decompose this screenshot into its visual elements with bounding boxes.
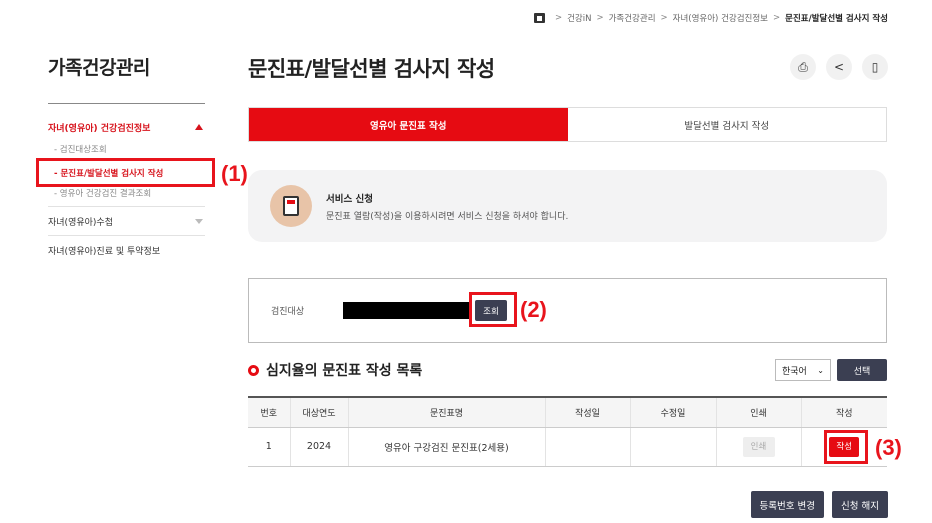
language-select[interactable]: 한국어 ⌄: [775, 359, 831, 381]
column-header: 작성일: [544, 397, 630, 428]
table-header-row: 번호 대상연도 문진표명 작성일 수정일 인쇄 작성: [248, 397, 887, 428]
column-header: 번호: [248, 397, 290, 428]
callout-label-3: (3): [875, 435, 902, 460]
column-header: 대상연도: [289, 397, 348, 428]
search-label: 검진대상: [271, 307, 305, 317]
sidebar-item-label: 자녀(영유아)진료 및 투약정보: [48, 246, 161, 257]
sidebar-item-checkup-results[interactable]: - 영유아 건강검진 결과조회: [48, 186, 205, 202]
column-header: 작성: [800, 397, 887, 428]
highlight-box-2: [469, 292, 517, 327]
row-modified-date: [629, 427, 716, 467]
toolbar: ⎙ < ▯: [790, 54, 888, 80]
sidebar-item-label: 자녀(영유아)수첩: [48, 217, 113, 228]
clipboard-icon: [270, 185, 312, 227]
questionnaire-table: 번호 대상연도 문진표명 작성일 수정일 인쇄 작성 1 2024 영유아 구강…: [248, 396, 887, 467]
table-row: 1 2024 영유아 구강검진 문진표(2세용) 인쇄 작성: [248, 427, 887, 467]
language-value: 한국어: [782, 366, 807, 377]
breadcrumb-item[interactable]: 자녀(영유아) 건강검진정보: [673, 12, 768, 24]
chevron-up-icon: [195, 124, 203, 130]
home-icon[interactable]: [533, 13, 545, 23]
list-title: 심지율의 문진표 작성 목록: [266, 363, 423, 379]
sidebar-item-checkup-target[interactable]: - 검진대상조회: [48, 142, 205, 158]
breadcrumb: > 건강iN > 가족건강관리 > 자녀(영유아) 건강검진정보 > 문진표/발…: [533, 12, 888, 24]
chevron-down-icon: ⌄: [817, 365, 824, 375]
callout-label-2: (2): [520, 297, 547, 322]
breadcrumb-current: 문진표/발달선별 검사지 작성: [785, 14, 888, 24]
row-number: 1: [248, 427, 290, 467]
location-pin-icon: [248, 364, 259, 376]
cancel-subscription-button[interactable]: 신청 해지: [832, 491, 888, 518]
sidebar-section-child-health[interactable]: 자녀(영유아) 건강검진정보: [48, 118, 205, 136]
breadcrumb-item[interactable]: 가족건강관리: [609, 12, 656, 24]
sidebar-title: 가족건강관리: [48, 57, 150, 79]
masked-target-select[interactable]: [343, 302, 469, 319]
row-print-cell: 인쇄: [715, 427, 801, 467]
service-description: 문진표 열람(작성)을 이용하시려면 서비스 신청을 하셔야 합니다.: [326, 211, 569, 222]
callout-label-1: (1): [221, 161, 248, 186]
tab-bar: 영유아 문진표 작성 발달선별 검사지 작성: [248, 107, 887, 142]
bottom-actions: 등록번호 변경 신청 해지: [750, 491, 888, 518]
breadcrumb-item[interactable]: 건강iN: [567, 12, 591, 24]
checkup-target-search: 검진대상 조회: [248, 278, 887, 343]
sidebar-item-handbook[interactable]: 자녀(영유아)수첩: [48, 206, 205, 235]
language-select-button[interactable]: 선택: [837, 359, 887, 381]
print-button[interactable]: 인쇄: [742, 436, 775, 457]
change-registration-button[interactable]: 등록번호 변경: [750, 491, 825, 518]
row-created-date: [544, 427, 630, 467]
sidebar-menu: 자녀(영유아) 건강검진정보 - 검진대상조회 - 문진표/발달선별 검사지 작…: [48, 118, 205, 264]
sidebar-section-label: 자녀(영유아) 건강검진정보: [48, 123, 151, 134]
column-header: 문진표명: [347, 397, 545, 428]
column-header: 수정일: [629, 397, 716, 428]
service-request-notice: 서비스 신청 문진표 열람(작성)을 이용하시려면 서비스 신청을 하셔야 합니…: [248, 170, 887, 242]
share-icon[interactable]: <: [826, 54, 852, 80]
sidebar-divider: [48, 103, 205, 104]
sidebar-item-medical-info[interactable]: 자녀(영유아)진료 및 투약정보: [48, 235, 205, 264]
tab-infant-questionnaire[interactable]: 영유아 문진표 작성: [249, 108, 568, 141]
chevron-down-icon: [195, 218, 203, 224]
column-header: 인쇄: [715, 397, 801, 428]
bookmark-icon[interactable]: ▯: [862, 54, 888, 80]
row-questionnaire-name: 영유아 구강검진 문진표(2세용): [347, 427, 545, 467]
highlight-box-1: [36, 158, 215, 187]
tab-development-screening[interactable]: 발달선별 검사지 작성: [567, 108, 886, 141]
list-header: 심지율의 문진표 작성 목록: [248, 360, 422, 380]
page-title: 문진표/발달선별 검사지 작성: [248, 57, 495, 81]
row-year: 2024: [289, 427, 348, 467]
highlight-box-3: [824, 430, 868, 464]
print-icon[interactable]: ⎙: [790, 54, 816, 80]
service-title: 서비스 신청: [326, 193, 374, 205]
